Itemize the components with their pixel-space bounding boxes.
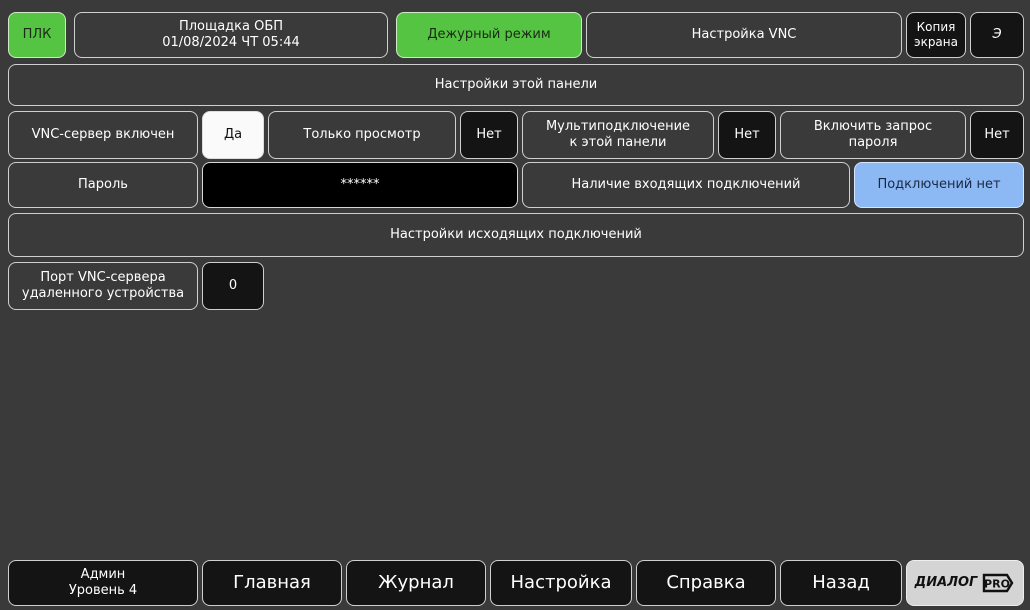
multi-connect-toggle[interactable]: Нет (718, 111, 776, 159)
multi-connect-line1: Мультиподключение (545, 118, 691, 134)
plc-button[interactable]: ПЛК (8, 12, 66, 58)
password-value: ****** (340, 176, 380, 192)
site-info: Площадка ОБП 01/08/2024 ЧТ 05:44 (74, 12, 388, 58)
screen-title: Настройка VNC (586, 12, 902, 58)
screen-copy-button[interactable]: Копия экрана (906, 12, 966, 58)
settings-button[interactable]: Настройка (490, 560, 632, 606)
screen-copy-line1: Копия (916, 20, 956, 34)
password-request-toggle[interactable]: Нет (970, 111, 1024, 159)
view-only-toggle[interactable]: Нет (460, 111, 518, 159)
incoming-connections-text: Наличие входящих подключений (571, 176, 801, 192)
back-button[interactable]: Назад (780, 560, 902, 606)
password-request-line2: пароля (848, 135, 898, 150)
svg-text:PRO: PRO (984, 578, 1010, 591)
port-label-line2: удаленного устройства (21, 286, 185, 301)
screen-copy-line2: экрана (913, 35, 958, 49)
port-field[interactable]: 0 (202, 262, 264, 310)
main-label: Главная (233, 571, 311, 593)
logo-wrap: ДИАЛОГ PRO (915, 571, 1016, 595)
password-field[interactable]: ****** (202, 162, 518, 208)
incoming-connections-label: Наличие входящих подключений (522, 162, 850, 208)
datetime: 01/08/2024 ЧТ 05:44 (162, 35, 300, 50)
multi-connect-line2: к этой панели (569, 135, 667, 150)
help-label: Справка (666, 571, 746, 593)
journal-label: Журнал (378, 571, 454, 593)
user-button[interactable]: Админ Уровень 4 (8, 560, 198, 606)
vnc-enabled-value: Да (223, 126, 243, 142)
port-label: Порт VNC-сервера удаленного устройства (8, 262, 198, 310)
password-request-label: Включить запрос пароля (780, 111, 966, 159)
mode-button[interactable]: Дежурный режим (396, 12, 582, 58)
settings-label: Настройка (510, 571, 612, 593)
view-only-label: Только просмотр (268, 111, 456, 159)
vnc-enabled-toggle[interactable]: Да (202, 111, 264, 159)
password-request-line1: Включить запрос (813, 118, 933, 134)
logo-text: ДИАЛОГ (914, 574, 978, 590)
section-outgoing: Настройки исходящих подключений (8, 213, 1024, 257)
multi-connect-label: Мультиподключение к этой панели (522, 111, 714, 159)
section-outgoing-title: Настройки исходящих подключений (390, 226, 642, 242)
password-label-text: Пароль (78, 176, 128, 192)
view-only-text: Только просмотр (303, 126, 421, 142)
vnc-settings-screen: ПЛК Площадка ОБП 01/08/2024 ЧТ 05:44 Деж… (0, 0, 1030, 610)
port-value: 0 (228, 277, 238, 293)
view-only-value: Нет (476, 126, 502, 142)
section-this-panel-title: Настройки этой панели (434, 76, 598, 92)
password-label: Пароль (8, 162, 198, 208)
e-button[interactable]: Э (970, 12, 1024, 58)
site-name: Площадка ОБП (178, 18, 284, 34)
user-name: Админ (80, 566, 126, 582)
screen-title-label: Настройка VNC (691, 26, 797, 42)
dialog-pro-logo: ДИАЛОГ PRO (906, 560, 1024, 606)
vnc-enabled-text: VNC-сервер включен (31, 126, 175, 142)
user-level: Уровень 4 (68, 583, 138, 598)
mode-label: Дежурный режим (427, 26, 551, 42)
plc-label: ПЛК (22, 26, 52, 42)
back-label: Назад (812, 571, 870, 593)
port-label-line1: Порт VNC-сервера (40, 269, 166, 285)
multi-connect-value: Нет (734, 126, 760, 142)
main-button[interactable]: Главная (202, 560, 342, 606)
e-label: Э (992, 26, 1002, 42)
logo-pro-icon: PRO (981, 571, 1015, 595)
incoming-connections-value: Подключений нет (877, 176, 1001, 192)
section-this-panel: Настройки этой панели (8, 64, 1024, 106)
journal-button[interactable]: Журнал (346, 560, 486, 606)
vnc-enabled-label: VNC-сервер включен (8, 111, 198, 159)
help-button[interactable]: Справка (636, 560, 776, 606)
password-request-value: Нет (984, 126, 1010, 142)
incoming-connections-status: Подключений нет (854, 162, 1024, 208)
